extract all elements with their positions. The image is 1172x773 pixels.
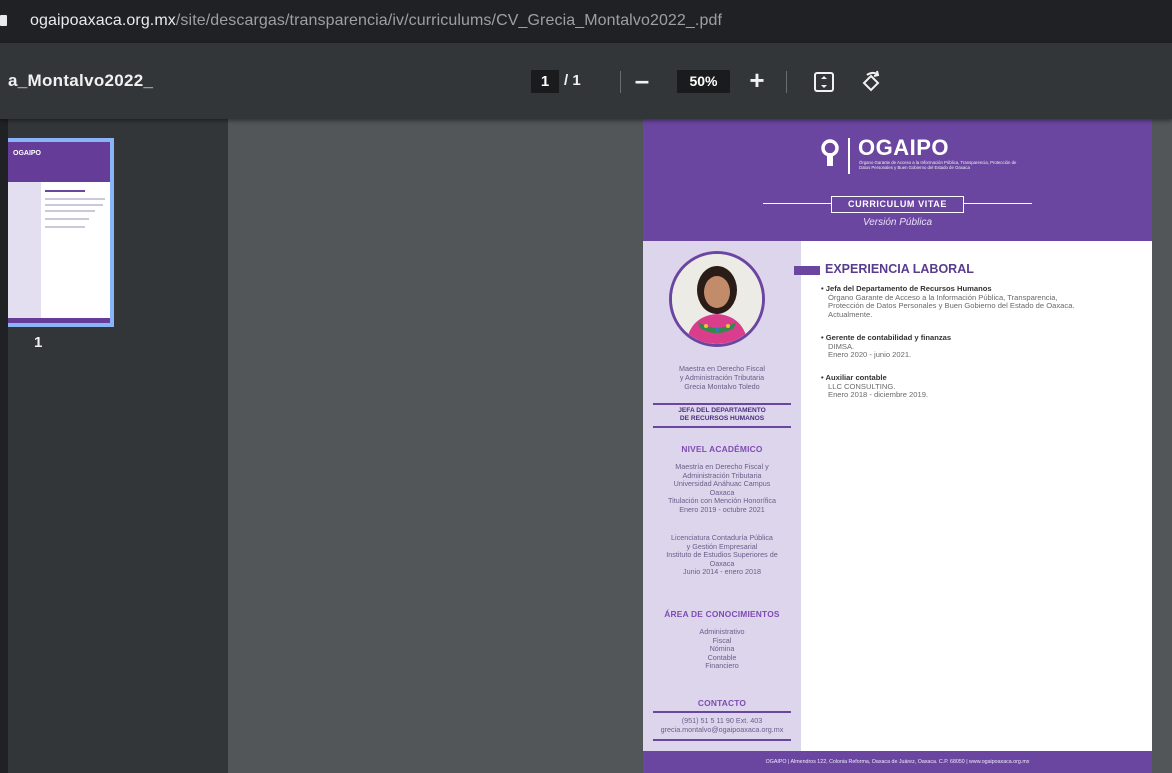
contact-rule-bottom — [653, 739, 791, 741]
cv-rule-left — [763, 203, 831, 204]
job-detail: Enero 2020 - junio 2021. — [828, 350, 912, 360]
page-total: / 1 — [564, 72, 581, 89]
cv-rule-right — [964, 203, 1032, 204]
academic-heading: NIVEL ACADÉMICO — [681, 444, 763, 454]
thumbnail-line — [45, 198, 105, 200]
pdf-page: OGAIPO Órgano Garante de Acceso a la Inf… — [643, 119, 1152, 773]
sidebar-edge — [0, 119, 8, 773]
thumbnail-left-column — [7, 182, 41, 320]
document-title: a_Montalvo2022_ — [8, 71, 154, 90]
ogaipo-logo-icon — [821, 139, 839, 166]
pdf-toolbar: a_Montalvo2022_ 1 / 1 – 50% + — [0, 43, 1172, 119]
thumbnail-page-number: 1 — [34, 334, 43, 351]
experience-heading: EXPERIENCIA LABORAL — [825, 262, 974, 276]
page-thumbnail[interactable]: OGAIPO — [3, 138, 114, 327]
thumbnail-header — [7, 142, 110, 182]
academic-item: Junio 2014 - enero 2018 — [683, 567, 761, 576]
thumbnail-line — [45, 218, 89, 220]
portrait-image — [672, 254, 762, 344]
cv-label: CURRICULUM VITAE — [831, 196, 964, 213]
academic-item: Enero 2019 - octubre 2021 — [679, 504, 765, 514]
role-title-line2: DE RECURSOS HUMANOS — [679, 415, 765, 422]
job-entry: • Auxiliar contable LLC CONSULTING. Ener… — [821, 373, 1151, 400]
lock-icon — [0, 15, 7, 26]
address-bar[interactable]: ogaipoaxaca.org.mx/site/descargas/transp… — [0, 0, 1172, 43]
role-title-line1: JEFA DEL DEPARTAMENTO — [678, 407, 766, 414]
cv-footer: OGAIPO | Almendros 122, Colonia Reforma,… — [643, 751, 1152, 773]
profile-name: Grecia Montalvo Toledo — [684, 382, 760, 391]
cv-subtitle: Versión Pública — [862, 217, 933, 228]
logo-text: OGAIPO — [858, 135, 950, 160]
contact-email[interactable]: grecia.montalvo@ogaipoaxaca.org.mx — [643, 725, 801, 735]
thumbnail-line — [45, 210, 95, 212]
knowledge-heading: ÁREA DE CONOCIMIENTOS — [664, 609, 780, 619]
logo-divider — [848, 138, 850, 174]
rotate-icon[interactable] — [858, 69, 884, 95]
thumbnail-logo: OGAIPO — [13, 150, 42, 157]
zoom-in-button[interactable]: + — [744, 65, 770, 95]
zoom-out-button[interactable]: – — [630, 65, 654, 95]
zoom-level-input[interactable]: 50% — [677, 70, 730, 93]
toolbar-divider — [620, 71, 621, 93]
cv-header: OGAIPO Órgano Garante de Acceso a la Inf… — [643, 119, 1152, 241]
knowledge-item: Financiero — [705, 661, 739, 670]
role-rule-top — [653, 403, 791, 405]
thumbnail-line — [45, 226, 85, 228]
logo-subtext: Órgano Garante de Acceso a la Informació… — [859, 160, 1017, 170]
url-host: ogaipoaxaca.org.mx — [30, 12, 176, 29]
url-path: /site/descargas/transparencia/iv/curricu… — [175, 12, 723, 29]
thumbnail-footer — [7, 318, 110, 323]
role-title: JEFA DEL DEPARTAMENTO DE RECURSOS HUMANO… — [643, 407, 801, 423]
contact-heading: CONTACTO — [697, 698, 747, 708]
role-rule-bottom — [653, 426, 791, 428]
job-detail: Actualmente. — [828, 309, 873, 319]
page-number-input[interactable]: 1 — [531, 70, 559, 93]
profile-column: Maestra en Derecho Fiscal y Administraci… — [643, 241, 801, 751]
job-detail: Enero 2018 - diciembre 2019. — [828, 390, 929, 400]
experience-heading-bar — [794, 266, 820, 275]
job-title: • Gerente de contabilidad y finanzas — [821, 333, 952, 342]
contact-rule-top — [653, 711, 791, 713]
toolbar-divider — [786, 71, 787, 93]
fit-page-icon[interactable] — [813, 71, 835, 93]
profile-photo — [669, 251, 765, 347]
job-entry: • Gerente de contabilidad y finanzas DIM… — [821, 333, 1151, 360]
thumbnail-line — [45, 190, 85, 192]
thumbnail-line — [45, 204, 103, 206]
job-entry: • Jefa del Departamento de Recursos Huma… — [821, 284, 1151, 319]
url-text[interactable]: ogaipoaxaca.org.mx/site/descargas/transp… — [30, 12, 722, 30]
